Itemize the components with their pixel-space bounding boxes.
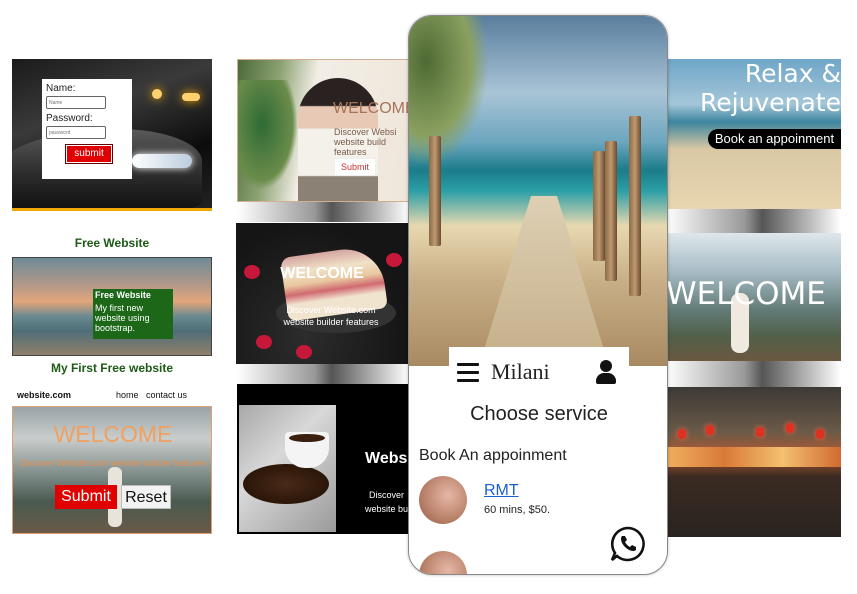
password-input[interactable] (46, 126, 106, 139)
service-detail: 60 mins, $50. (484, 504, 551, 516)
relax-title-line1: Relax & (744, 59, 841, 88)
relax-title: Relax & Rejuvenate (700, 59, 841, 117)
info-box: Free Website My first new website using … (93, 289, 173, 339)
bokeh-light (182, 93, 200, 101)
welcome-template-card[interactable]: WELCOME Discover Websi website build fea… (237, 59, 409, 202)
cake-welcome-card[interactable]: WELCOME Discover Website.com website bui… (236, 223, 408, 364)
raspberry (256, 335, 272, 349)
name-label: Name: (46, 83, 76, 94)
welcome-subtitle: Discover Website.com website builder fea… (283, 305, 379, 327)
coffee-surface (289, 434, 325, 442)
welcome-title: WELCOME (280, 265, 364, 282)
login-template-card[interactable]: Name: Password: submit (12, 59, 212, 211)
nav-link-contact[interactable]: contact us (146, 390, 187, 400)
site-navbar: website.com home contact us (12, 388, 212, 404)
welcome-subtitle: Discover Website.com website builder fea… (19, 458, 207, 468)
fence-post (429, 136, 441, 246)
welcome-title: WELCOME (666, 276, 826, 312)
menu-icon[interactable] (457, 363, 479, 382)
lantern (756, 427, 764, 437)
welcome-yoga-card[interactable]: WELCOME (666, 233, 841, 361)
shadow-divider (237, 364, 409, 384)
phone-mockup[interactable]: Milani Choose service Book An appoinment… (408, 15, 668, 575)
raspberry (296, 345, 312, 359)
coffee-title: Webs (365, 450, 408, 467)
coffee-subtitle: Discover website bu (365, 488, 408, 516)
fence-post (605, 141, 617, 281)
service-thumbnail (419, 551, 467, 574)
shadow-divider (666, 209, 841, 233)
submit-button[interactable]: Submit (55, 485, 117, 509)
relax-title-line2: Rejuvenate (700, 88, 841, 117)
book-appointment-heading: Book An appoinment (419, 447, 567, 464)
headlight (132, 154, 192, 168)
submit-button[interactable]: submit (65, 144, 113, 164)
free-website-heading: Free Website (74, 236, 150, 250)
submit-button[interactable]: Submit (334, 158, 377, 176)
brand-name[interactable]: Milani (491, 359, 550, 385)
coffee-subtitle-line1: Discover (369, 490, 405, 500)
storefront-lights (666, 447, 841, 467)
nav-link-home[interactable]: home (116, 390, 139, 400)
free-website-card[interactable]: Free Website My first new website using … (12, 257, 212, 356)
fence-post (593, 151, 605, 261)
info-box-title: Free Website (95, 290, 151, 300)
navbar-brand[interactable]: website.com (17, 390, 71, 400)
coffee-subtitle-line2: website bu (365, 504, 409, 514)
user-icon[interactable] (595, 360, 617, 384)
shadow-divider (666, 361, 841, 387)
coffee-beans (243, 464, 329, 504)
shadow-divider (237, 202, 409, 222)
street-market-card[interactable] (666, 387, 841, 537)
info-box-text: My first new website using bootstrap. (95, 303, 150, 333)
service-link-rmt[interactable]: RMT (484, 482, 519, 500)
my-first-website-heading: My First Free website (50, 361, 174, 375)
lantern (786, 423, 794, 433)
yoga-welcome-card[interactable]: WELCOME Discover Website.com website bui… (12, 406, 212, 534)
welcome-subtitle: Discover Websi website build features (334, 127, 397, 157)
welcome-title: WELCOME (53, 421, 173, 447)
lantern (706, 425, 714, 435)
choose-service-heading: Choose service (470, 403, 608, 425)
service-thumbnail (419, 476, 467, 524)
name-input[interactable] (46, 96, 106, 109)
relax-card[interactable]: Relax & Rejuvenate Book an appoinment (666, 59, 841, 209)
plant-image (238, 80, 298, 190)
login-form: Name: Password: submit (42, 79, 132, 179)
bokeh-light (152, 89, 162, 99)
coffee-card[interactable]: Webs Discover website bu (237, 384, 409, 534)
tree-foliage (409, 16, 489, 166)
whatsapp-icon[interactable] (609, 525, 647, 563)
welcome-title: WELCOME (333, 100, 409, 117)
lantern (816, 429, 824, 439)
lantern (678, 429, 686, 439)
fence-post (629, 116, 641, 296)
password-label: Password: (46, 113, 93, 124)
reset-button[interactable]: Reset (121, 485, 171, 509)
book-appointment-button[interactable]: Book an appoinment (708, 129, 841, 149)
